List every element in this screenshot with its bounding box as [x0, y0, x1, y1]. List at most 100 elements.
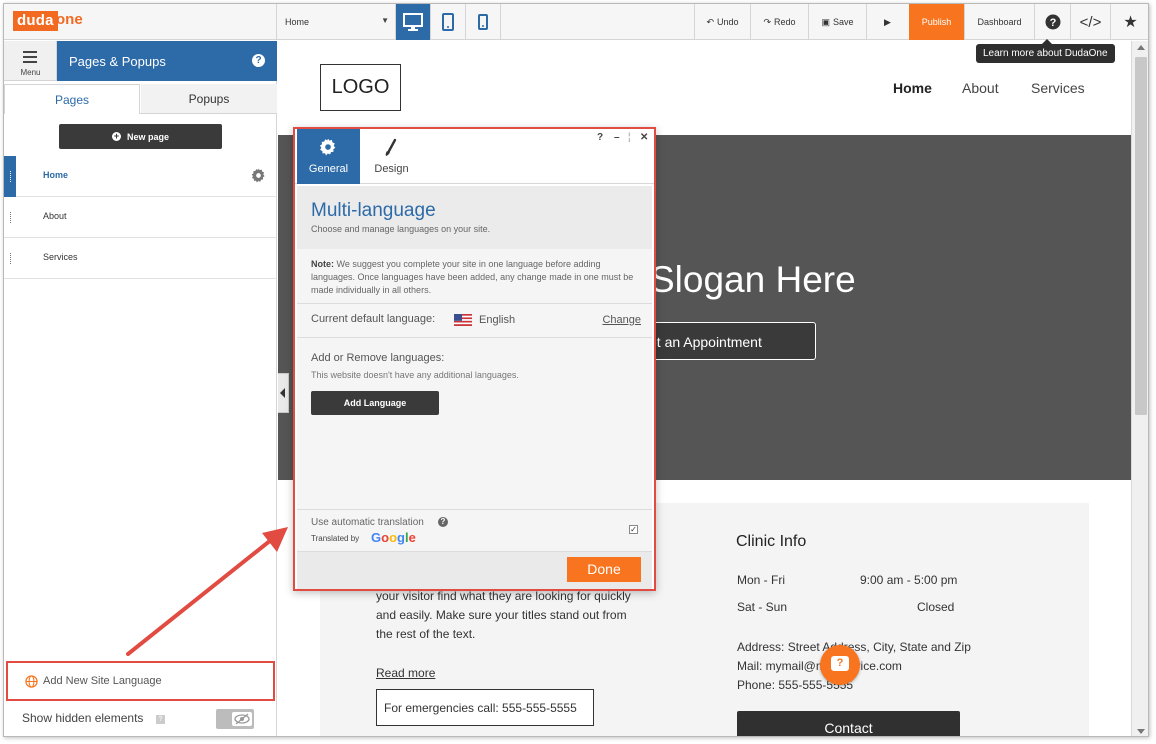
save-icon: ▣: [821, 16, 830, 27]
drag-handle-icon[interactable]: [4, 197, 16, 238]
contact-button[interactable]: Contact: [737, 711, 960, 736]
site-nav-about[interactable]: About: [962, 80, 999, 96]
help-button[interactable]: ?: [1034, 4, 1070, 40]
undo-label: Undo: [717, 17, 739, 27]
hours-time: Closed: [917, 600, 955, 614]
redo-button[interactable]: ↷ Redo: [750, 4, 808, 40]
page-select-dropdown[interactable]: Home ▼: [277, 4, 396, 40]
code-button[interactable]: </>: [1070, 4, 1110, 40]
panel-title: Pages & Popups: [69, 54, 166, 69]
canvas-scrollbar[interactable]: [1131, 41, 1148, 736]
hours-days: Sat - Sun: [737, 600, 788, 614]
divider: [297, 337, 652, 338]
tab-design[interactable]: Design: [360, 129, 423, 184]
default-language-row: Current default language: English Change: [311, 313, 641, 331]
drag-handle-icon[interactable]: [4, 156, 16, 197]
code-icon: </>: [1079, 13, 1102, 31]
scroll-up-icon[interactable]: [1137, 45, 1145, 50]
clinic-info-title: Clinic Info: [736, 533, 807, 550]
default-language-label: Current default language:: [311, 313, 436, 325]
auto-translate-checkbox[interactable]: ✓: [629, 525, 638, 534]
page-row-home[interactable]: Home: [4, 156, 277, 197]
add-remove-title: Add or Remove languages:: [311, 352, 445, 364]
chat-bubble-icon: ?: [831, 656, 849, 671]
dialog-header: Multi-language Choose and manage languag…: [297, 186, 652, 249]
site-nav-home[interactable]: Home: [893, 80, 932, 96]
site-nav-services[interactable]: Services: [1031, 80, 1085, 96]
help-icon[interactable]: ?: [252, 54, 265, 67]
note-label: Note:: [311, 259, 334, 269]
show-hidden-toggle[interactable]: [216, 709, 254, 729]
scrollbar-thumb[interactable]: [1135, 57, 1147, 415]
body-paragraph[interactable]: your visitor find what they are looking …: [376, 587, 646, 644]
pages-panel: Menu Pages & Popups ? Pages Popups + New…: [4, 41, 277, 736]
read-more-link[interactable]: Read more: [376, 666, 435, 680]
us-flag-icon: [454, 314, 472, 326]
help-icon: ?: [1045, 14, 1060, 30]
help-icon[interactable]: ?: [438, 517, 448, 527]
undo-icon: ↶: [706, 16, 715, 27]
tablet-view-button[interactable]: [431, 4, 466, 40]
hero-slogan[interactable]: Slogan Here: [650, 259, 856, 301]
globe-icon: [25, 675, 38, 691]
hours-time: 9:00 am - 5:00 pm: [860, 573, 958, 587]
multi-language-dialog: General Design ? – ¦ ✕ Multi-language Ch…: [293, 127, 656, 591]
save-button[interactable]: ▣ Save: [808, 4, 866, 40]
minimize-icon[interactable]: –: [614, 132, 620, 143]
chat-help-button[interactable]: ?: [820, 645, 860, 685]
tab-general[interactable]: General: [297, 129, 360, 184]
app-window: duda one Home ▼ ↶ Undo ↷ Redo ▣ Save ▶ Publ: [3, 3, 1149, 737]
brand-logo: duda one: [4, 4, 277, 40]
scroll-down-icon[interactable]: [1137, 729, 1145, 734]
add-language-button[interactable]: Add Language: [311, 391, 439, 415]
close-icon[interactable]: ✕: [640, 132, 648, 143]
help-icon[interactable]: ?: [597, 132, 603, 143]
menu-button[interactable]: Menu: [4, 41, 57, 81]
brush-icon: [382, 138, 400, 161]
tab-popups[interactable]: Popups: [141, 84, 277, 114]
drag-handle-icon[interactable]: [4, 238, 16, 279]
publish-button[interactable]: Publish: [909, 4, 964, 40]
logo-one-text: one: [56, 11, 83, 28]
dashboard-label: Dashboard: [977, 17, 1022, 27]
add-site-language-label: Add New Site Language: [43, 675, 162, 687]
hours-days: Mon - Fri: [737, 573, 785, 587]
gear-icon: [319, 138, 337, 159]
top-toolbar: duda one Home ▼ ↶ Undo ↷ Redo ▣ Save ▶ Publ: [4, 4, 1148, 40]
page-name: Services: [43, 252, 78, 262]
dialog-title: Multi-language: [311, 200, 436, 221]
preview-button[interactable]: ▶: [866, 4, 908, 40]
svg-text:?: ?: [1049, 17, 1056, 29]
tab-pages[interactable]: Pages: [4, 84, 140, 114]
chevron-down-icon: ▼: [381, 16, 389, 25]
change-language-link[interactable]: Change: [602, 314, 641, 326]
info-icon[interactable]: ?: [156, 715, 165, 724]
dialog-tabs: General Design ? – ¦ ✕: [295, 129, 654, 184]
translated-by-label: Translated by: [311, 534, 360, 543]
desktop-view-button[interactable]: [396, 4, 431, 40]
new-page-button[interactable]: + New page: [59, 124, 222, 149]
divider: [297, 303, 652, 304]
site-logo[interactable]: LOGO: [320, 64, 401, 111]
emergency-box[interactable]: For emergencies call: 555-555-5555: [376, 689, 594, 726]
dialog-body: Note: We suggest you complete your site …: [297, 249, 652, 509]
mobile-icon: [478, 14, 488, 30]
dashboard-button[interactable]: Dashboard: [964, 4, 1034, 40]
show-hidden-elements-row: Show hidden elements ?: [4, 705, 277, 733]
add-site-language-button[interactable]: Add New Site Language: [6, 661, 275, 701]
show-hidden-label: Show hidden elements: [22, 711, 144, 725]
page-select-value: Home: [285, 17, 310, 27]
page-row-services[interactable]: Services: [4, 238, 277, 279]
page-row-about[interactable]: About: [4, 197, 277, 238]
redo-label: Redo: [774, 17, 796, 27]
gear-icon[interactable]: [251, 168, 266, 185]
done-button[interactable]: Done: [567, 557, 641, 582]
mobile-view-button[interactable]: [466, 4, 501, 40]
pin-icon[interactable]: ¦: [628, 132, 631, 143]
panel-collapse-handle[interactable]: [278, 373, 289, 413]
favorite-button[interactable]: ★: [1110, 4, 1148, 40]
appointment-label: et an Appointment: [649, 334, 762, 350]
hamburger-icon: [23, 51, 37, 66]
undo-button[interactable]: ↶ Undo: [694, 4, 750, 40]
note-text: Note: We suggest you complete your site …: [311, 258, 641, 297]
